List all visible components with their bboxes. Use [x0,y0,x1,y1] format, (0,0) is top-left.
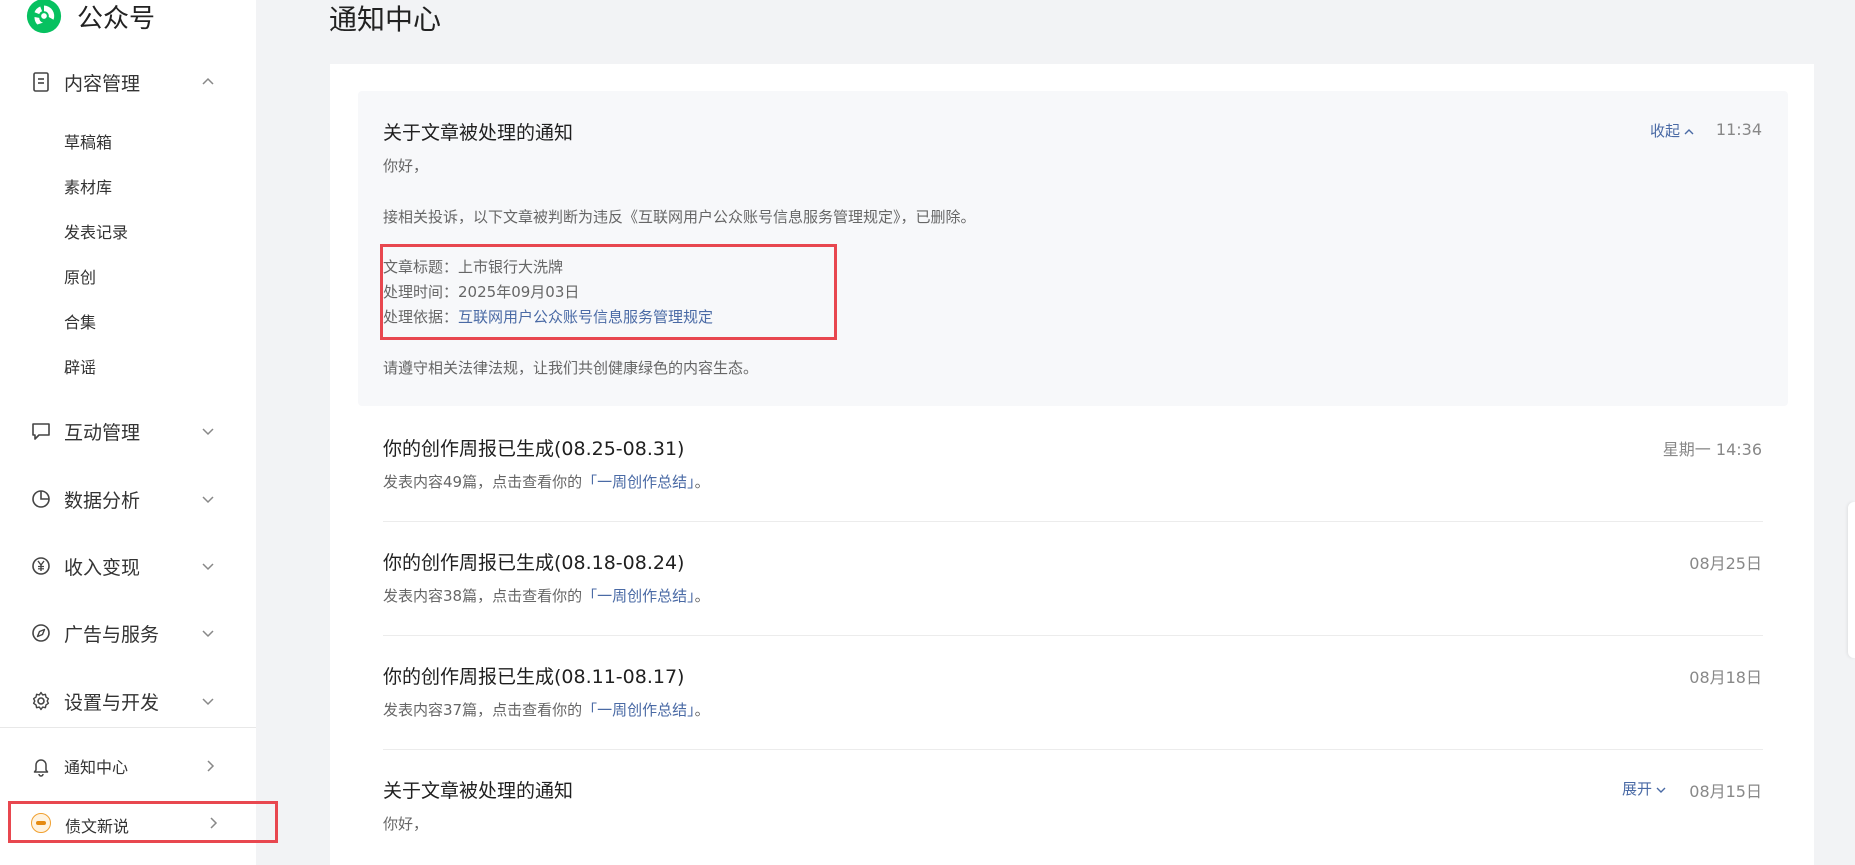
nav-interaction-management[interactable]: 互动管理 [0,409,256,453]
collapse-toggle[interactable]: 收起 [1650,120,1695,141]
notice-title[interactable]: 关于文章被处理的通知 [383,118,573,145]
expand-toggle-label: 展开 [1622,780,1653,798]
notice-desc-suffix: 。 [694,587,710,605]
nav-interaction-management-label: 互动管理 [64,421,141,444]
bell-icon [33,759,49,777]
nav-settings-dev[interactable]: 设置与开发 [0,679,256,723]
nav-settings-dev-label: 设置与开发 [64,691,160,714]
notice-desc-suffix: 。 [694,473,710,491]
chevron-down-icon [202,496,214,504]
chevron-up-icon [1684,128,1694,134]
notice-desc-suffix: 。 [694,701,710,719]
notice-title[interactable]: 关于文章被处理的通知 [383,776,573,803]
row-divider [383,521,1763,522]
brand-name: 公众号 [77,3,156,34]
weekly-summary-link[interactable]: 「一周创作总结」 [582,473,695,491]
notice-title[interactable]: 你的创作周报已生成(08.25-08.31) [383,434,684,461]
pie-chart-icon [32,490,50,508]
notice-time: 11:34 [1715,120,1762,139]
nav-monetization[interactable]: 收入变现 [0,544,256,588]
weekly-summary-link[interactable]: 「一周创作总结」 [582,701,695,719]
notice-time: 08月25日 [1689,554,1762,573]
notice-time: 星期一 14:36 [1662,440,1762,459]
page-title: 通知中心 [329,3,442,36]
nav-content-management[interactable]: 内容管理 [0,60,256,104]
row-divider [383,749,1763,750]
chevron-right-icon [210,817,218,829]
notice-footer: 请遵守相关法律法规，让我们共创健康绿色的内容生态。 [383,359,759,377]
avatar [31,813,51,833]
wechat-official-logo-icon [26,0,62,34]
sidebar-item-drafts[interactable]: 草稿箱 [64,131,112,155]
notice-time: 08月18日 [1689,668,1762,687]
sidebar-item-collections[interactable]: 合集 [64,311,96,335]
message-icon [32,423,50,440]
notice-time: 08月15日 [1689,782,1762,801]
nav-data-analysis-label: 数据分析 [64,489,141,512]
notice-desc-text: 发表内容37篇，点击查看你的 [383,701,583,719]
sidebar-item-publish-records[interactable]: 发表记录 [64,221,128,245]
sidebar: 公众号 内容管理 草稿箱 素材库 发表记录 原创 合集 辟谣 互动管理 数据分析 [0,0,256,865]
nav-data-analysis[interactable]: 数据分析 [0,477,256,521]
notice-greeting: 你好， [383,815,429,833]
account-switcher[interactable]: 债文新说 [8,801,278,843]
brand-logo[interactable]: 公众号 [25,0,155,36]
chevron-down-icon [202,428,214,436]
notice-desc: 发表内容37篇，点击查看你的「一周创作总结」。 [383,699,710,720]
chevron-up-icon [202,77,214,85]
yen-icon [32,557,50,575]
nav-content-management-label: 内容管理 [64,72,141,95]
notice-greeting: 你好， [383,157,429,175]
chevron-down-icon [202,630,214,638]
weekly-summary-link[interactable]: 「一周创作总结」 [582,587,695,605]
row-divider [383,635,1763,636]
chevron-down-icon [1656,787,1666,793]
nav-monetization-label: 收入变现 [64,556,141,579]
notice-title[interactable]: 你的创作周报已生成(08.18-08.24) [383,548,684,575]
nav-ads-services-label: 广告与服务 [64,623,160,646]
chevron-right-icon [207,760,215,772]
sidebar-item-rumor-refute[interactable]: 辟谣 [64,356,96,380]
notice-body: 接相关投诉，以下文章被判断为违反《互联网用户公众账号信息服务管理规定》，已删除。 [383,208,976,226]
account-name: 债文新说 [65,817,130,836]
nav-notice-center[interactable]: 通知中心 [0,744,256,788]
notice-desc: 发表内容49篇，点击查看你的「一周创作总结」。 [383,471,710,492]
document-icon [33,72,49,92]
notice-desc: 发表内容38篇，点击查看你的「一周创作总结」。 [383,585,710,606]
notice-desc-text: 发表内容49篇，点击查看你的 [383,473,583,491]
sidebar-item-original[interactable]: 原创 [64,266,96,290]
notice-title[interactable]: 你的创作周报已生成(08.11-08.17) [383,662,684,689]
compass-icon [32,624,50,642]
nav-ads-services[interactable]: 广告与服务 [0,611,256,655]
floating-side-tab[interactable] [1848,502,1855,658]
chevron-down-icon [202,563,214,571]
sidebar-divider [0,727,256,728]
sidebar-item-materials[interactable]: 素材库 [64,176,112,200]
highlight-box [380,244,837,340]
nav-notice-center-label: 通知中心 [64,758,129,777]
gear-icon [32,691,50,711]
expand-toggle[interactable]: 展开 [1622,778,1667,799]
notice-desc-text: 发表内容38篇，点击查看你的 [383,587,583,605]
chevron-down-icon [202,698,214,706]
collapse-toggle-label: 收起 [1650,122,1681,140]
